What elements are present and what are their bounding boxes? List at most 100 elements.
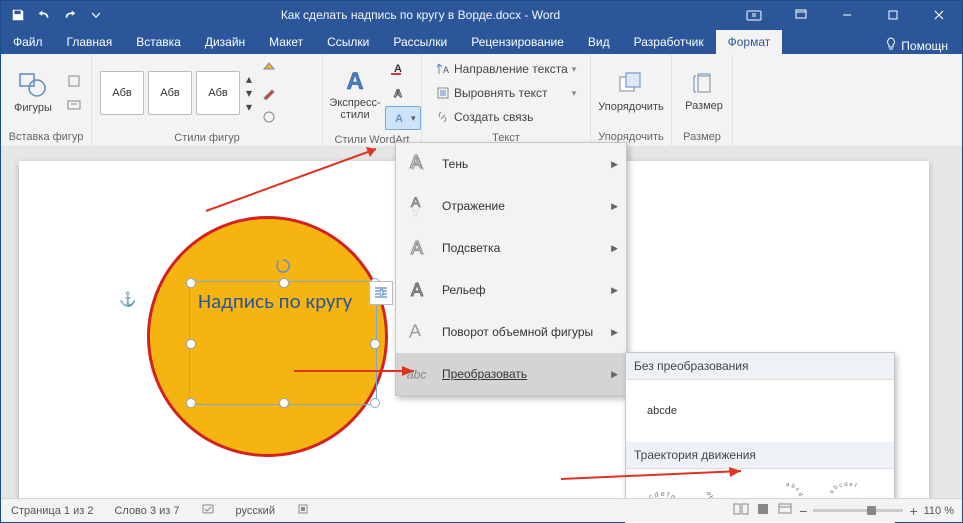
edit-shape-button[interactable]: [63, 70, 85, 92]
glow-icon: AA: [406, 235, 432, 261]
tab-review[interactable]: Рецензирование: [459, 30, 576, 54]
svg-text:A: A: [394, 88, 402, 100]
group-label-size: Размер: [672, 129, 732, 146]
close-button[interactable]: [916, 1, 962, 29]
shape-fill-button[interactable]: [258, 58, 280, 80]
text-direction-label: Направление текста: [454, 62, 568, 76]
tab-insert[interactable]: Вставка: [124, 30, 193, 54]
svg-text:A: A: [411, 204, 421, 218]
zoom-slider[interactable]: [813, 509, 903, 512]
resize-handle-n[interactable]: [279, 278, 289, 288]
view-web[interactable]: [777, 502, 793, 519]
layout-options-button[interactable]: [369, 281, 393, 305]
menu-3d-rotation[interactable]: A Поворот объемной фигуры▶: [396, 311, 626, 353]
shape-style-preset-1[interactable]: Абв: [100, 71, 144, 115]
text-box-content: Надпись по кругу: [198, 288, 352, 314]
menu-bevel-label: Рельеф: [442, 283, 486, 297]
tell-me[interactable]: Помощн: [877, 37, 962, 54]
shapes-label: Фигуры: [14, 102, 52, 114]
shape-outline-button[interactable]: [258, 82, 280, 104]
draw-textbox-button[interactable]: [63, 94, 85, 116]
resize-handle-e[interactable]: [370, 339, 380, 349]
qat-customize-button[interactable]: [85, 4, 107, 26]
resize-handle-sw[interactable]: [186, 398, 196, 408]
resize-handle-se[interactable]: [370, 398, 380, 408]
status-words[interactable]: Слово 3 из 7: [104, 505, 190, 517]
svg-text:a b c d e f: a b c d e f: [829, 482, 857, 495]
zoom-out-button[interactable]: −: [799, 503, 807, 519]
text-direction-button[interactable]: AНаправление текста▾: [432, 58, 580, 80]
window-buttons: [778, 1, 962, 29]
menu-glow[interactable]: AA Подсветка▶: [396, 227, 626, 269]
svg-text:A: A: [411, 238, 423, 258]
group-wordart-styles: A Экспресс- стили A A A▾ Стили WordArt: [323, 54, 422, 146]
style-gallery-up[interactable]: ▴: [244, 72, 254, 86]
group-arrange: Упорядочить Упорядочить: [591, 54, 672, 146]
shape-style-preset-2[interactable]: Абв: [148, 71, 192, 115]
lightbulb-icon: [885, 37, 897, 54]
menu-bevel[interactable]: A Рельеф▶: [396, 269, 626, 311]
tab-file[interactable]: Файл: [1, 30, 55, 54]
style-gallery-down[interactable]: ▾: [244, 86, 254, 100]
tab-mailings[interactable]: Рассылки: [381, 30, 459, 54]
svg-text:A: A: [410, 152, 422, 172]
minimize-button[interactable]: [824, 1, 870, 29]
zoom-in-button[interactable]: +: [909, 503, 917, 519]
text-box[interactable]: Надпись по кругу: [189, 281, 377, 405]
undo-button[interactable]: [33, 4, 55, 26]
shape-style-preset-3[interactable]: Абв: [196, 71, 240, 115]
share-button[interactable]: [734, 4, 774, 26]
transform-none[interactable]: abcde: [634, 388, 690, 434]
shape-tools-stack: [59, 68, 89, 118]
window-title: Как сделать надпись по кругу в Ворде.doc…: [107, 8, 734, 22]
bevel-icon: A: [406, 277, 432, 303]
svg-text:abc: abc: [407, 368, 426, 382]
view-print[interactable]: [755, 502, 771, 519]
wordart-quick-styles-button[interactable]: A Экспресс- стили: [329, 63, 381, 125]
view-read[interactable]: [733, 502, 749, 519]
tab-format[interactable]: Формат: [716, 30, 783, 54]
style-gallery-more[interactable]: ▾: [244, 100, 254, 114]
ribbon-options-button[interactable]: [778, 1, 824, 29]
status-language[interactable]: русский: [226, 505, 286, 517]
text-format-stack: A A A▾: [381, 56, 425, 132]
shapes-gallery-button[interactable]: Фигуры: [7, 66, 59, 118]
align-text-button[interactable]: Выровнять текст▾: [432, 82, 580, 104]
reflection-icon: AA: [406, 193, 432, 219]
group-text: AНаправление текста▾ Выровнять текст▾ Со…: [422, 54, 591, 146]
quick-access-toolbar: [1, 4, 107, 26]
app-window: Как сделать надпись по кругу в Ворде.doc…: [0, 0, 963, 523]
tab-layout[interactable]: Макет: [257, 30, 315, 54]
ribbon: Фигуры Вставка фигур Абв Абв Абв ▴ ▾: [1, 54, 962, 147]
save-button[interactable]: [7, 4, 29, 26]
menu-reflection[interactable]: AA Отражение▶: [396, 185, 626, 227]
menu-transform[interactable]: abc Преобразовать▶: [396, 353, 626, 395]
text-fill-button[interactable]: A: [385, 58, 421, 80]
size-button[interactable]: Размер: [678, 68, 730, 116]
rotate-handle[interactable]: [275, 254, 291, 270]
arrange-button[interactable]: Упорядочить: [597, 67, 665, 117]
redo-button[interactable]: [59, 4, 81, 26]
status-page[interactable]: Страница 1 из 2: [1, 505, 104, 517]
menu-shadow[interactable]: AA Тень▶: [396, 143, 626, 185]
group-size: Размер Размер: [672, 54, 733, 146]
status-macros[interactable]: [286, 502, 321, 519]
zoom-level[interactable]: 110 %: [924, 505, 954, 517]
tab-references[interactable]: Ссылки: [315, 30, 381, 54]
tab-design[interactable]: Дизайн: [193, 30, 257, 54]
arrange-label: Упорядочить: [598, 101, 663, 113]
create-link-label: Создать связь: [454, 110, 533, 124]
tab-developer[interactable]: Разработчик: [622, 30, 716, 54]
shape-effects-button[interactable]: [258, 106, 280, 128]
text-outline-button[interactable]: A: [385, 82, 421, 104]
status-spellcheck[interactable]: [191, 502, 226, 519]
tab-home[interactable]: Главная: [55, 30, 125, 54]
submenu-no-transform-header: Без преобразования: [626, 353, 894, 380]
tab-view[interactable]: Вид: [576, 30, 622, 54]
resize-handle-w[interactable]: [186, 339, 196, 349]
text-effects-button[interactable]: A▾: [385, 106, 421, 130]
resize-handle-nw[interactable]: [186, 278, 196, 288]
maximize-button[interactable]: [870, 1, 916, 29]
resize-handle-s[interactable]: [279, 398, 289, 408]
create-link-button[interactable]: Создать связь: [432, 106, 580, 128]
